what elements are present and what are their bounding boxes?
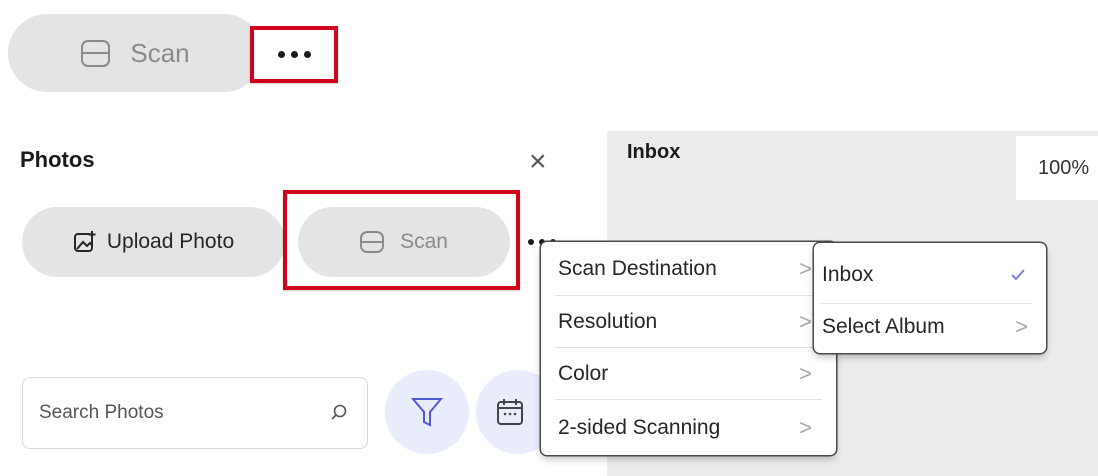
upload-photo-button[interactable]: Upload Photo bbox=[22, 207, 285, 277]
panel-scan-label: Scan bbox=[400, 230, 448, 253]
search-photos-input[interactable]: Search Photos bbox=[22, 377, 368, 449]
submenu-item-select-album[interactable]: Select Album > bbox=[814, 304, 1046, 349]
chevron-right-icon: > bbox=[799, 308, 812, 334]
top-scan-button[interactable]: Scan bbox=[8, 14, 263, 92]
upload-photo-label: Upload Photo bbox=[106, 230, 235, 253]
inbox-panel-title: Inbox bbox=[627, 141, 681, 163]
top-scan-label: Scan bbox=[130, 37, 190, 68]
menu-item-color[interactable]: Color > bbox=[541, 348, 836, 399]
close-icon[interactable]: × bbox=[529, 147, 547, 177]
filter-button[interactable] bbox=[385, 370, 469, 454]
menu-item-label: Resolution bbox=[558, 309, 658, 333]
top-more-button[interactable] bbox=[256, 32, 332, 77]
menu-item-label: 2-sided Scanning bbox=[558, 415, 721, 439]
zoom-level-field[interactable]: 100% bbox=[1016, 136, 1098, 200]
scan-icon bbox=[360, 231, 385, 253]
search-photos-placeholder: Search Photos bbox=[39, 402, 164, 423]
more-icon-dot bbox=[303, 51, 311, 58]
menu-item-label: Scan Destination bbox=[558, 256, 717, 280]
upload-photo-icon bbox=[73, 231, 96, 252]
chevron-right-icon: > bbox=[799, 360, 812, 386]
photos-panel-title: Photos bbox=[20, 147, 95, 172]
submenu-item-label: Select Album bbox=[822, 314, 945, 338]
scan-icon bbox=[81, 39, 111, 67]
zoom-level-value: 100% bbox=[1038, 156, 1090, 179]
more-icon-dot bbox=[290, 51, 298, 58]
more-icon-dot bbox=[277, 51, 285, 58]
filter-icon bbox=[410, 398, 444, 427]
chevron-right-icon: > bbox=[799, 414, 812, 440]
chevron-right-icon: > bbox=[799, 255, 812, 281]
menu-item-scan-destination[interactable]: Scan Destination > bbox=[541, 242, 836, 295]
submenu-item-inbox[interactable]: Inbox bbox=[814, 249, 1046, 301]
checkmark-icon bbox=[1011, 269, 1025, 281]
submenu-item-label: Inbox bbox=[822, 263, 874, 286]
more-icon-dot bbox=[528, 239, 534, 245]
panel-scan-button[interactable]: Scan bbox=[298, 207, 510, 277]
calendar-icon bbox=[497, 399, 523, 425]
search-icon bbox=[331, 404, 347, 420]
menu-item-resolution[interactable]: Resolution > bbox=[541, 296, 836, 347]
menu-item-2-sided-scanning[interactable]: 2-sided Scanning > bbox=[541, 400, 836, 455]
scan-destination-submenu: Inbox Select Album > bbox=[814, 243, 1046, 353]
scan-options-menu: Scan Destination > Resolution > Color > … bbox=[541, 242, 836, 455]
chevron-right-icon: > bbox=[1015, 313, 1028, 339]
menu-item-label: Color bbox=[558, 361, 609, 385]
